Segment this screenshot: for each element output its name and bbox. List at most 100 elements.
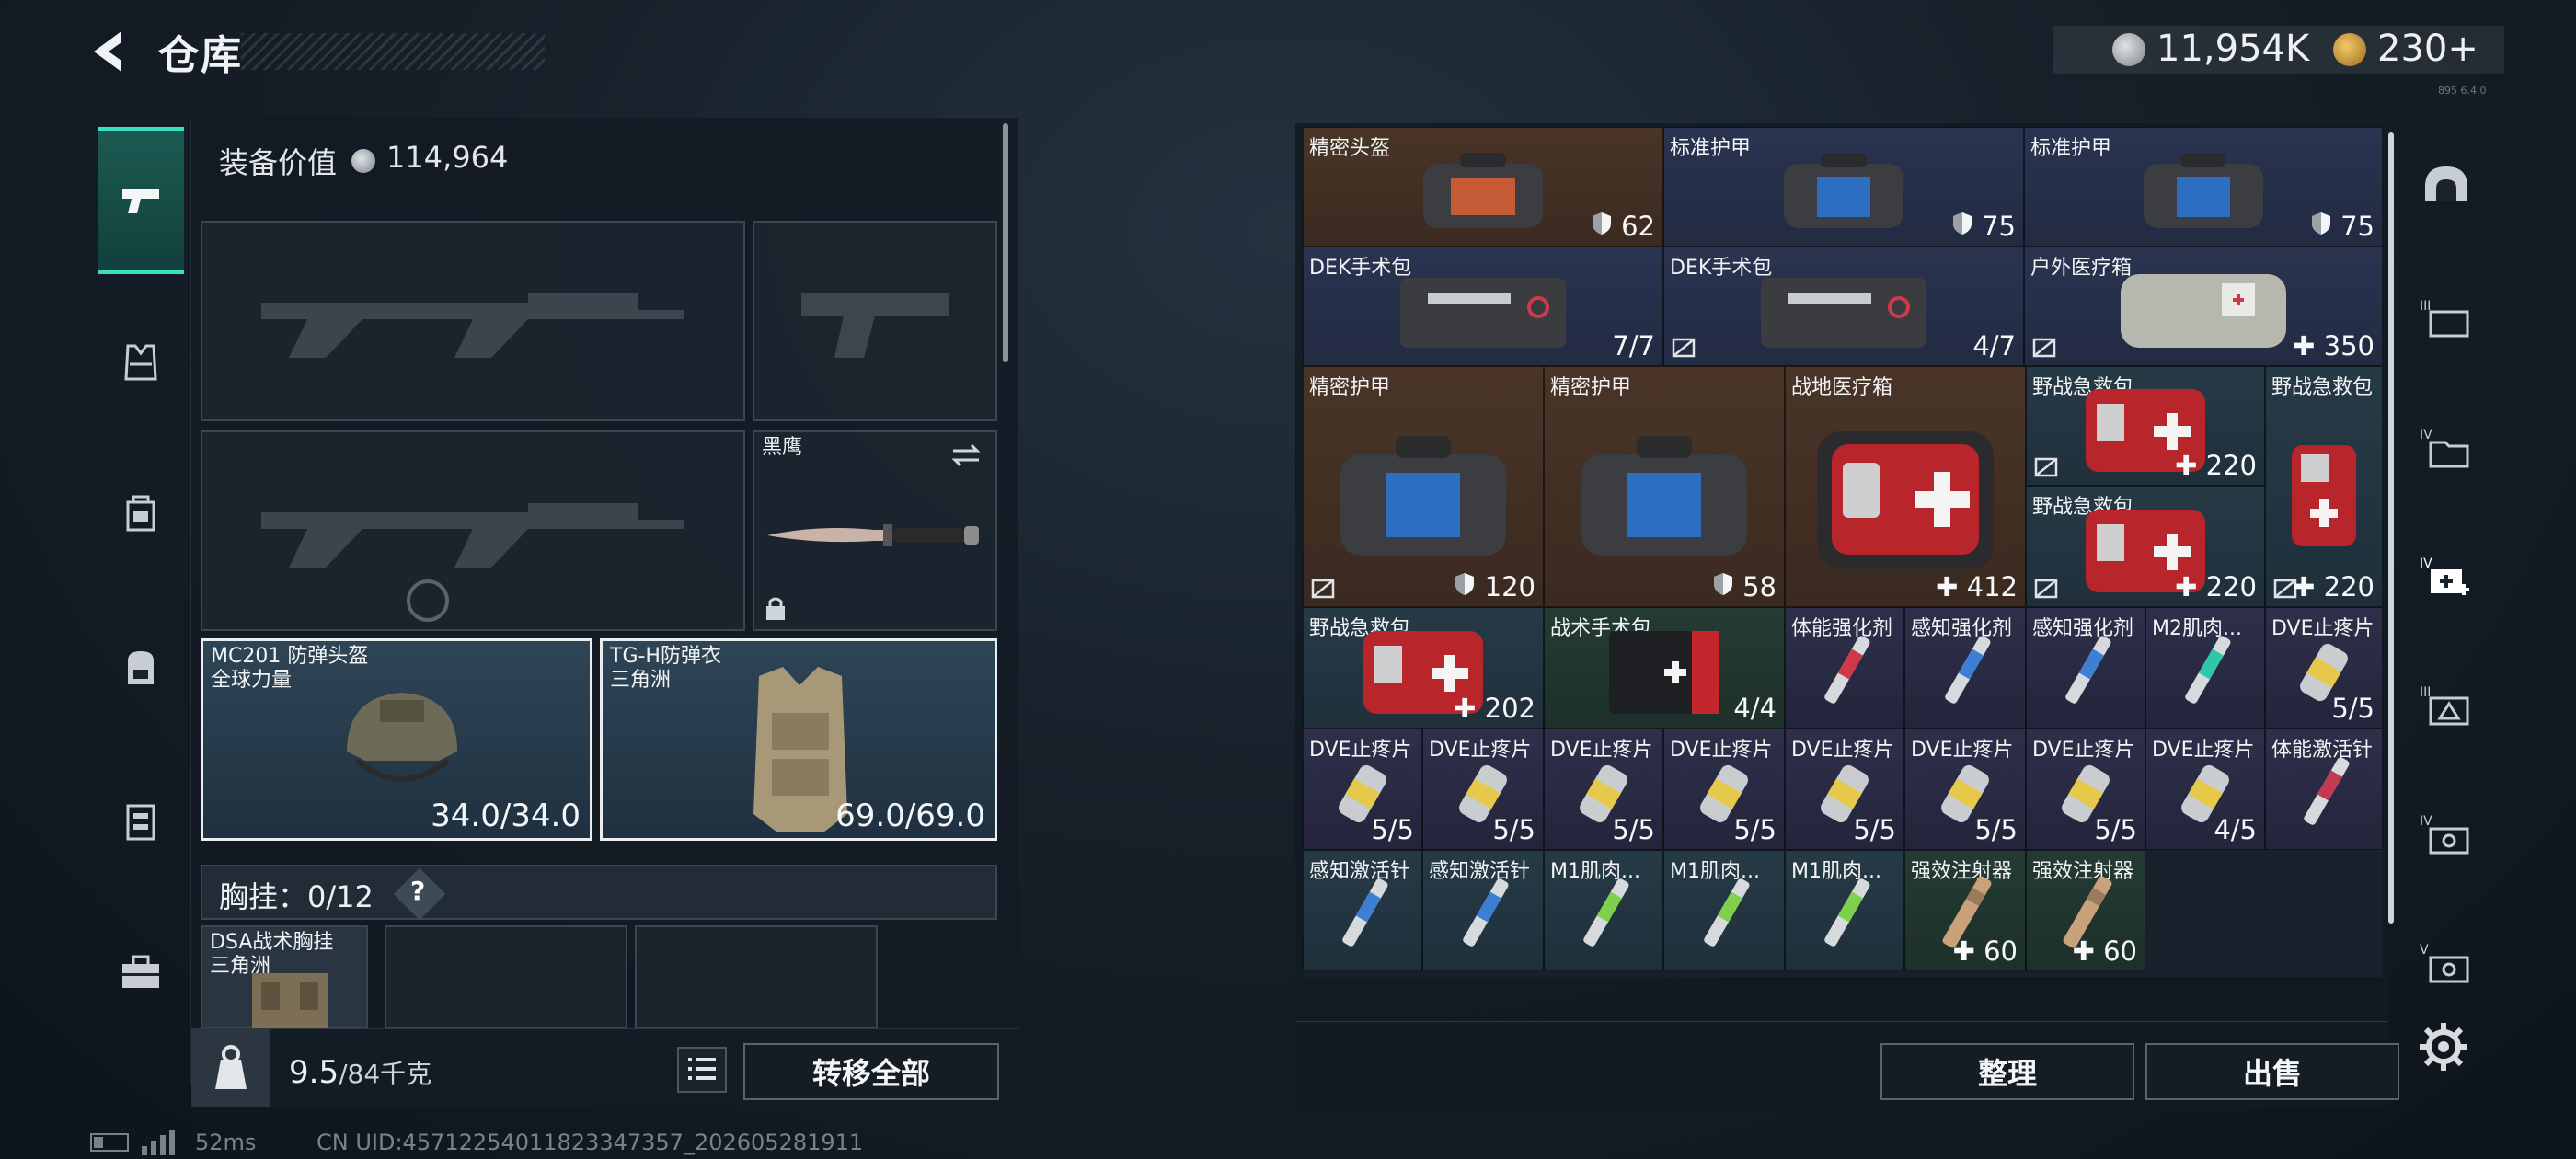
stash-item[interactable]: M1肌肉... [1663,850,1785,971]
item-value: 4/5 [2214,814,2257,845]
add-gold-button[interactable]: + [2447,28,2478,70]
stash-item[interactable]: 野战急救包 ✚ 220 [2026,366,2265,486]
swap-icon[interactable] [949,442,983,469]
rig-item-slot[interactable]: DSA战术胸挂 三角洲 [201,925,368,1028]
stash-item[interactable]: DVE止疼片 5/5 [2265,607,2383,729]
back-arrow-icon[interactable] [85,26,136,77]
stash-box-icon: V [2420,943,2469,983]
tab-helmet-category[interactable] [2405,132,2488,243]
stash-item[interactable]: 体能激活针 [2265,729,2383,850]
stash-item[interactable]: DEK手术包 7/7 [1303,247,1663,366]
gold-coin-icon [2333,33,2366,66]
stash-item[interactable]: 精密头盔 62 [1303,127,1663,247]
settings-gear-icon[interactable] [2418,1021,2469,1073]
tab-armor[interactable] [98,289,184,436]
tab-III-armor[interactable]: III [2405,265,2488,375]
stash-item[interactable]: 感知激活针 [1303,850,1422,971]
stash-item[interactable]: 标准护甲 75 [1663,127,2024,247]
rig-empty-slot[interactable] [635,925,878,1028]
stash-item[interactable]: DVE止疼片 5/5 [1422,729,1544,850]
carry-weight: 9.5/84千克 [289,1054,432,1091]
tab-weapons[interactable] [98,127,184,274]
signal-icon [142,1130,175,1155]
transfer-all-button[interactable]: 转移全部 [743,1043,999,1100]
stash-item[interactable]: 体能强化剂 [1785,607,1904,729]
stash-item[interactable]: M1肌肉... [1544,850,1663,971]
stash-item[interactable]: DVE止疼片 5/5 [2026,729,2145,850]
helmet-slot[interactable]: MC201 防弹头盔 全球力量 34.0/34.0 [201,638,592,841]
stash-item[interactable]: DVE止疼片 5/5 [1663,729,1785,850]
tab-backpack[interactable] [98,594,184,741]
stash-item[interactable]: 精密护甲 120 [1303,366,1544,607]
tab-IV-stash[interactable]: IV [2405,780,2488,890]
stash-item[interactable]: 户外医疗箱 ✚ 350 [2024,247,2383,366]
sort-button[interactable]: 整理 [1880,1043,2134,1100]
stash-item[interactable]: 野战急救包 ✚ 220 [2026,486,2265,607]
stash-item[interactable]: 野战急救包 ✚ 220 [2265,366,2383,607]
chest-rig-icon [126,495,155,532]
item-value: ✚ 220 [2175,571,2257,602]
tab-rig[interactable] [98,442,184,589]
tab-IV-storage[interactable]: IV [2405,394,2488,504]
tab-container[interactable] [98,747,184,894]
pistol-silhouette-icon [754,223,995,419]
stash-item[interactable]: 感知激活针 [1422,850,1544,971]
equipment-sidebar [90,118,191,1085]
stash-box-icon: IV [2420,814,2469,855]
primary-weapon-slot[interactable] [201,221,745,421]
stash-item[interactable]: 精密护甲 58 [1544,366,1785,607]
gold-balance[interactable]: 230+ [2377,28,2478,70]
stash-item[interactable]: M1肌肉... [1785,850,1904,971]
user-uid: CN UID:45712254011823347357_202605281911 [316,1130,864,1155]
stash-item[interactable]: DEK手术包 4/7 [1663,247,2024,366]
item-name: 精密护甲 [1550,376,1632,399]
tab-III-rig[interactable]: III [2405,651,2488,762]
secondary-weapon-slot[interactable] [201,430,745,631]
syringe-green-image [1824,878,1870,947]
tab-toolbox[interactable] [98,900,184,1047]
toolbox-icon [122,955,159,988]
stash-item[interactable]: 标准护甲 75 [2024,127,2383,247]
case-icon [126,804,155,841]
tab-IV-medical[interactable]: IV [2405,522,2488,633]
stash-item[interactable]: 感知强化剂 [1904,607,2026,729]
helmet-durability: 34.0/34.0 [431,798,581,834]
armor-bag-image [1340,436,1506,557]
item-name: 精密护甲 [1309,376,1391,399]
chest-rig-image [252,973,328,1028]
melee-slot[interactable]: 黑鹰 [753,430,997,631]
item-name: 标准护甲 [1670,137,1752,160]
list-view-button[interactable] [677,1047,727,1093]
stash-item[interactable]: DVE止疼片 5/5 [1904,729,2026,850]
no-insure-icon [2034,579,2058,599]
stash-item[interactable]: 战地医疗箱 ✚ 412 [1785,366,2026,607]
stash-item[interactable]: DVE止疼片 5/5 [1785,729,1904,850]
rig-empty-slot[interactable] [385,925,627,1028]
stash-item[interactable]: DVE止疼片 5/5 [1544,729,1663,850]
item-value: 75 [1951,211,2016,242]
helmet-bag-image [1423,153,1543,229]
stash-item[interactable]: 强效注射器 ✚ 60 [1904,850,2026,971]
tab-V-stash[interactable]: V [2405,909,2488,1019]
item-value: ✚ 202 [1454,693,1535,724]
svg-text:IV: IV [2420,557,2432,571]
shield-icon [2311,212,2330,235]
armor-bag-image [2144,153,2263,229]
stash-scrollbar[interactable] [2388,132,2394,924]
stash-item[interactable]: DVE止疼片 4/5 [2145,729,2265,850]
help-glyph: ? [410,876,426,906]
body-armor-slot[interactable]: TG-H防弹衣 三角洲 69.0/69.0 [600,638,997,841]
stash-item[interactable]: 强效注射器 ✚ 60 [2026,850,2145,971]
sell-button[interactable]: 出售 [2145,1043,2399,1100]
stash-item[interactable]: 战术手术包 4/4 [1544,607,1785,729]
stash-item[interactable]: 野战急救包 ✚ 202 [1303,607,1544,729]
shield-icon [1713,573,1732,595]
weight-icon [191,1028,270,1107]
stash-item[interactable]: 感知强化剂 [2026,607,2145,729]
pistol-slot[interactable] [753,221,997,421]
silver-balance: 11,954K [2156,28,2310,70]
loadout-scrollbar[interactable] [1003,123,1008,362]
stash-item[interactable]: M2肌肉... [2145,607,2265,729]
chest-rig-label: 胸挂：0/12 [219,879,374,914]
stash-item[interactable]: DVE止疼片 5/5 [1303,729,1422,850]
